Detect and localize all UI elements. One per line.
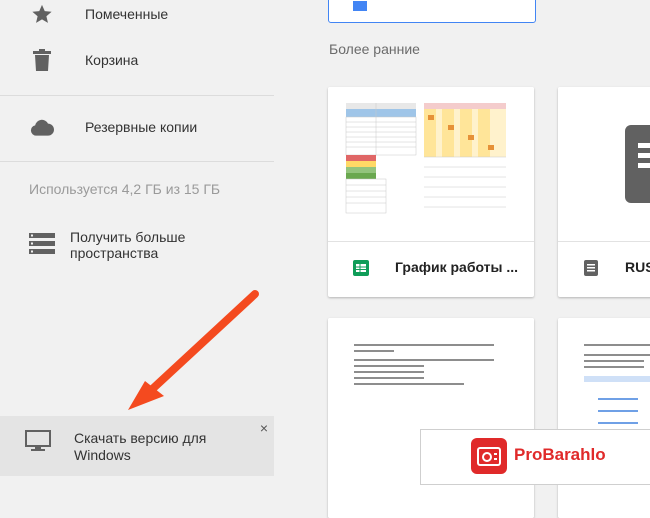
annotation-arrow bbox=[128, 290, 259, 410]
